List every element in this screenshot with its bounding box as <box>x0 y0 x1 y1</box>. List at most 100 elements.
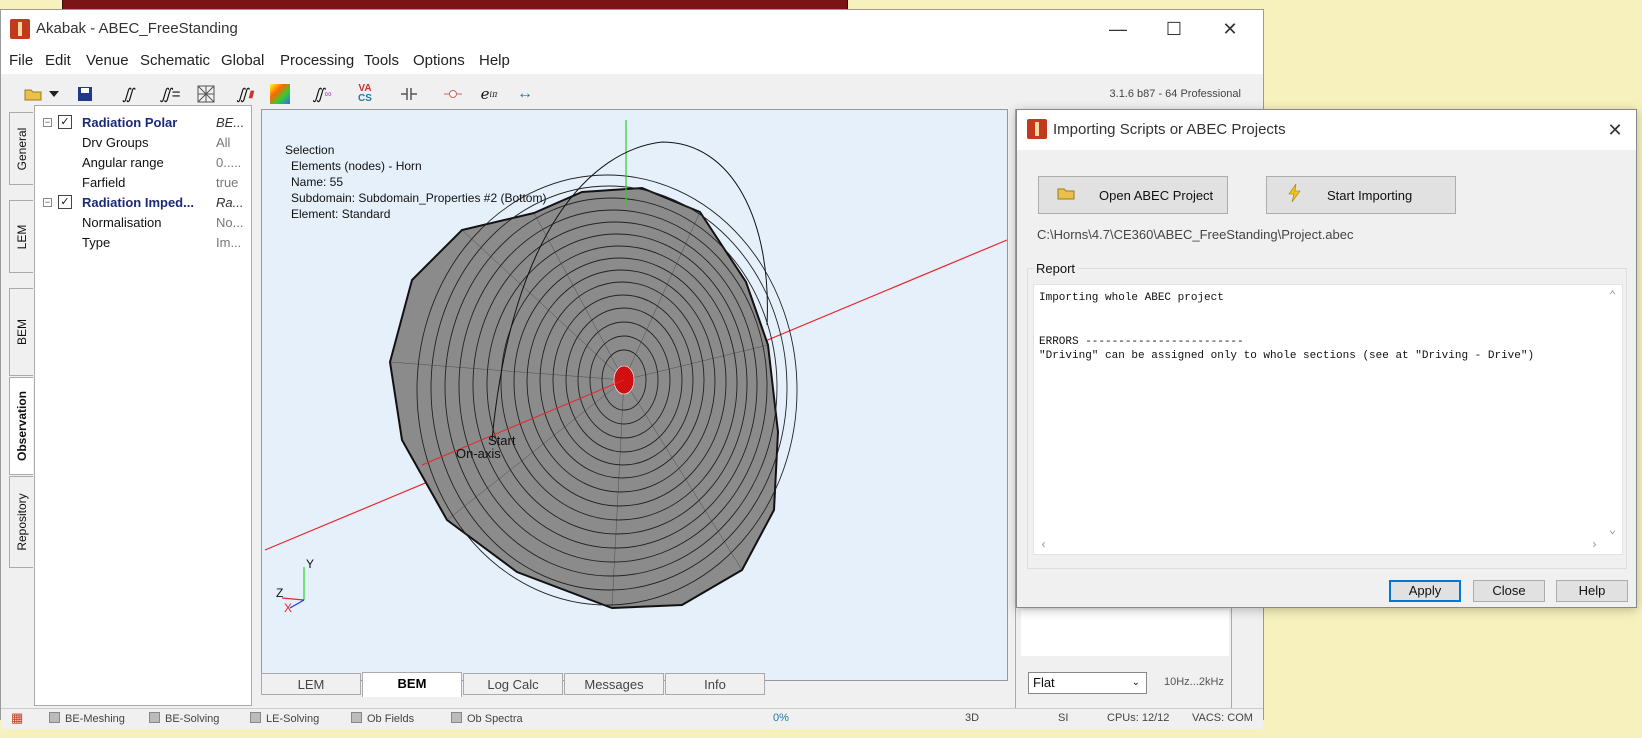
integral-bars-icon[interactable]: ∬ ▮ <box>233 82 257 106</box>
euler-superscript: iπ <box>489 89 498 99</box>
tab-messages[interactable]: Messages <box>564 673 664 695</box>
tab-observation[interactable]: Observation <box>9 377 33 475</box>
scale-select[interactable]: Flat ⌄ <box>1028 672 1147 694</box>
euler-icon[interactable]: e iπ <box>477 82 501 106</box>
scroll-up-icon[interactable]: ⌃ <box>1604 289 1621 304</box>
chevron-down-icon: ⌄ <box>1131 677 1140 688</box>
menu-edit[interactable]: Edit <box>45 52 71 69</box>
tab-lem[interactable]: LEM <box>9 200 33 273</box>
tree-row-drv-groups[interactable]: Drv Groups All <box>35 133 251 152</box>
status-vacs: VACS: COM <box>1192 712 1253 724</box>
axis-label-y: Y <box>306 557 315 571</box>
frequency-range: 10Hz...2kHz <box>1164 676 1224 688</box>
tab-observation-label: Observation <box>14 390 29 462</box>
collapse-icon[interactable]: − <box>43 118 52 127</box>
capacitor-icon[interactable] <box>397 82 421 106</box>
tree-row-radiation-polar[interactable]: − ✓ Radiation Polar BE... <box>35 113 251 132</box>
status-label: BE-Meshing <box>65 713 125 725</box>
spectrum-icon[interactable] <box>268 82 292 106</box>
vacs-icon[interactable]: VA CS <box>353 82 377 106</box>
open-folder-icon[interactable] <box>21 82 45 106</box>
tab-info[interactable]: Info <box>665 673 765 695</box>
dialog-close-icon[interactable]: ✕ <box>1600 115 1630 145</box>
open-abec-project-button[interactable]: Open ABEC Project <box>1038 176 1228 214</box>
tree-label: Radiation Imped... <box>82 195 194 210</box>
status-cpus: CPUs: 12/12 <box>1107 712 1170 724</box>
tab-general[interactable]: General <box>9 112 33 185</box>
version-label: 3.1.6 b87 - 64 Professional <box>1109 88 1241 100</box>
scroll-down-icon[interactable]: ⌄ <box>1604 523 1621 538</box>
integral-curve-icon[interactable]: ∬ ∞ <box>310 82 334 106</box>
checkbox-checked-icon[interactable]: ✓ <box>58 115 72 129</box>
tree-row-normalisation[interactable]: Normalisation No... <box>35 213 251 232</box>
tree-label: Normalisation <box>82 215 162 230</box>
lightning-icon <box>1279 183 1309 207</box>
menu-tools[interactable]: Tools <box>364 52 399 69</box>
tab-bem[interactable]: BEM <box>9 288 33 376</box>
vacs-label-bottom: CS <box>358 93 372 104</box>
apply-button[interactable]: Apply <box>1389 580 1461 602</box>
close-dialog-button[interactable]: Close <box>1473 580 1545 602</box>
menu-file[interactable]: File <box>9 52 33 69</box>
dialog-title-bar[interactable]: Importing Scripts or ABEC Projects ✕ <box>1017 110 1636 150</box>
integral-equals-icon[interactable]: ∬= <box>158 82 182 106</box>
menu-global[interactable]: Global <box>221 52 264 69</box>
open-folder-icon <box>1051 186 1081 205</box>
help-button[interactable]: Help <box>1556 580 1628 602</box>
report-textbox[interactable]: Importing whole ABEC project ERRORS -----… <box>1033 284 1623 555</box>
tree-label: Radiation Polar <box>82 115 178 130</box>
menu-help[interactable]: Help <box>479 52 510 69</box>
tree-row-farfield[interactable]: Farfield true <box>35 173 251 192</box>
dialog-app-icon <box>1027 119 1047 139</box>
menu-venue[interactable]: Venue <box>86 52 129 69</box>
tab-bem-label: BEM <box>14 318 29 346</box>
report-line: "Driving" can be assigned only to whole … <box>1039 350 1535 362</box>
tab-general-label: General <box>14 127 29 170</box>
tab-lem-label: LEM <box>14 224 29 249</box>
app-icon <box>10 19 30 39</box>
tree-label: Farfield <box>82 175 126 190</box>
tab-repository[interactable]: Repository <box>9 476 33 568</box>
mesh-icon[interactable] <box>194 82 218 106</box>
label-on-axis: On-axis <box>456 446 501 461</box>
tab-lem-bottom[interactable]: LEM <box>261 673 361 695</box>
status-be-meshing: BE-Meshing <box>49 712 125 725</box>
scale-select-value: Flat <box>1033 675 1055 690</box>
tab-bem-bottom[interactable]: BEM <box>362 672 462 697</box>
scroll-right-icon[interactable]: › <box>1591 538 1598 553</box>
selection-info: Selection Elements (nodes) - Horn Name: … <box>285 142 546 222</box>
tree-label: Type <box>82 235 111 250</box>
window-title: Akabak - ABEC_FreeStanding <box>36 20 238 37</box>
menu-bar: File Edit Venue Schematic Global Process… <box>1 48 1263 74</box>
horizontal-scrollbar[interactable]: ‹ › <box>1034 537 1622 554</box>
minimize-button[interactable]: — <box>1095 14 1141 44</box>
node-icon[interactable] <box>441 82 465 106</box>
bem-3d-viewport[interactable]: Selection Elements (nodes) - Horn Name: … <box>261 109 1008 681</box>
scroll-left-icon[interactable]: ‹ <box>1040 538 1047 553</box>
report-line <box>1039 320 1622 335</box>
dropdown-arrow-icon[interactable] <box>47 82 61 106</box>
close-button[interactable]: ✕ <box>1207 14 1253 44</box>
tree-value: Ra... <box>216 195 244 210</box>
status-label: Ob Fields <box>367 713 415 725</box>
axis-label-x: X <box>284 601 293 615</box>
checkbox-checked-icon[interactable]: ✓ <box>58 195 72 209</box>
menu-options[interactable]: Options <box>413 52 465 69</box>
report-label: Report <box>1033 261 1079 276</box>
maximize-button[interactable]: ☐ <box>1151 14 1197 44</box>
tab-log-calc[interactable]: Log Calc <box>463 673 563 695</box>
menu-schematic[interactable]: Schematic <box>140 52 210 69</box>
collapse-icon[interactable]: − <box>43 198 52 207</box>
double-arrow-icon[interactable]: ↔ <box>513 82 537 106</box>
tree-row-radiation-impedance[interactable]: − ✓ Radiation Imped... Ra... <box>35 193 251 212</box>
title-bar[interactable]: Akabak - ABEC_FreeStanding — ☐ ✕ <box>1 10 1263 48</box>
tree-row-angular-range[interactable]: Angular range 0..... <box>35 153 251 172</box>
save-icon[interactable] <box>73 82 97 106</box>
menu-processing[interactable]: Processing <box>280 52 354 69</box>
start-importing-label: Start Importing <box>1327 187 1413 203</box>
tree-row-type[interactable]: Type Im... <box>35 233 251 252</box>
start-importing-button[interactable]: Start Importing <box>1266 176 1456 214</box>
vertical-scrollbar[interactable]: ⌃ ⌄ <box>1604 285 1621 539</box>
status-mode: 3D <box>965 712 980 724</box>
integral-icon[interactable]: ∬ <box>116 82 140 106</box>
